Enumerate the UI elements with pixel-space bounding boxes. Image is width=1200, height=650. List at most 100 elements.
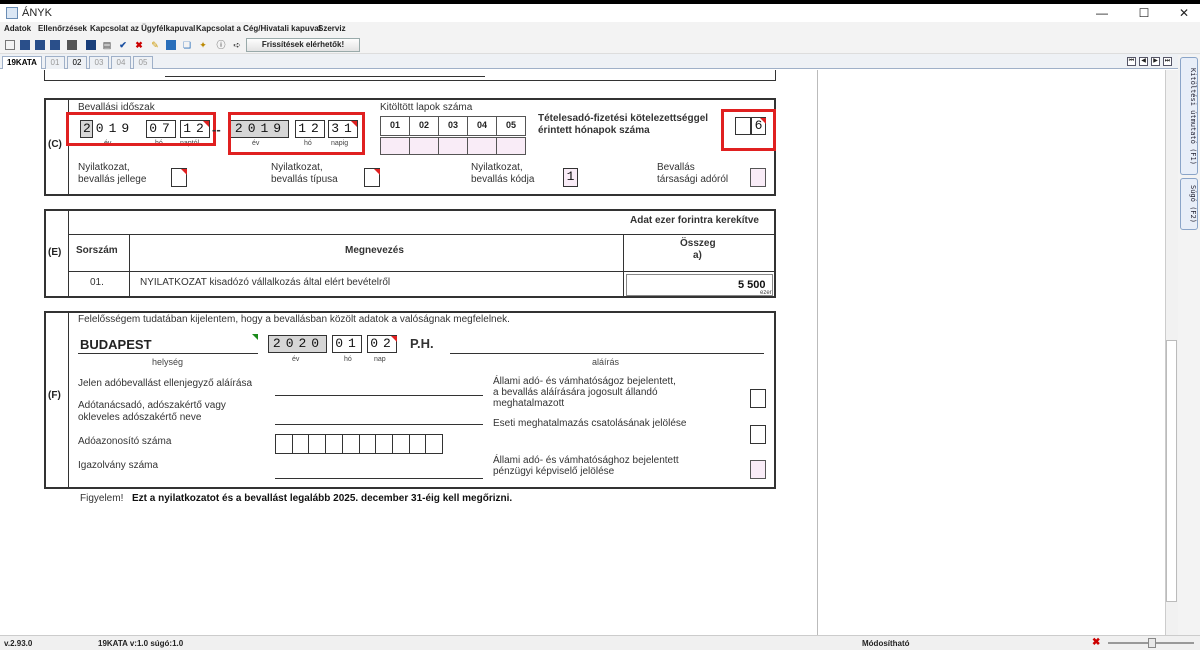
permanent-proxy-checkbox[interactable] (750, 389, 766, 408)
updates-button[interactable]: Frissítések elérhetők! (246, 38, 360, 52)
advisor-label-1: Adótanácsadó, adószakértő vagy (78, 400, 226, 411)
rounding-note: Adat ezer forintra kerekítve (630, 215, 759, 226)
tab-03[interactable]: 03 (89, 56, 109, 69)
highlight-from-date (66, 112, 216, 146)
e-header-line (68, 234, 775, 235)
first-page-icon[interactable]: ⏮ (1127, 57, 1136, 66)
menu-adatok[interactable]: Adatok (4, 24, 31, 33)
page-header-03: 03 (438, 116, 468, 136)
mail-icon[interactable] (166, 40, 176, 50)
page-count-03[interactable] (438, 137, 468, 155)
version-text: v.2.93.0 (4, 639, 33, 648)
page-count-05[interactable] (496, 137, 526, 155)
city-marker (252, 334, 258, 340)
tab-05[interactable]: 05 (133, 56, 153, 69)
tax-id-label: Adóazonosító száma (78, 436, 172, 447)
section-f-label: (F) (48, 390, 61, 401)
tax-id-field[interactable] (275, 434, 444, 454)
countersign-label: Jelen adóbevallást ellenjegyző aláírása (78, 378, 253, 389)
form-area: (C) Bevallási időszak 2019 07 12 év hó n… (0, 70, 1165, 635)
edit-icon[interactable]: ✎ (150, 40, 160, 50)
financial-rep-checkbox[interactable] (750, 460, 766, 479)
page-header-05: 05 (496, 116, 526, 136)
tab-04[interactable]: 04 (111, 56, 131, 69)
status-bar: v.2.93.0 19KATA v:1.0 súgó:1.0 Módosítha… (0, 635, 1200, 650)
decl-type-marker (181, 169, 187, 175)
adhoc-proxy-checkbox[interactable] (750, 425, 766, 444)
prev-border-bottom (44, 80, 776, 81)
info-book-icon[interactable] (86, 40, 96, 50)
months-label-2: érintett hónapok száma (538, 125, 650, 136)
open-icon[interactable] (20, 40, 30, 50)
app-icon (6, 7, 18, 19)
col-osszeg-a: a) (693, 250, 702, 261)
sign-day-caption: nap (374, 356, 386, 363)
section-f-divider (68, 311, 69, 489)
maximize-button[interactable]: ☐ (1132, 5, 1156, 21)
menu-ellenorzesek[interactable]: Ellenőrzések (38, 24, 87, 33)
corp-field[interactable] (750, 168, 766, 187)
close-button[interactable]: ✕ (1172, 5, 1196, 21)
corp-label-1: Bevallás (657, 162, 695, 173)
col-sorszam: Sorszám (76, 245, 118, 256)
page-count-02[interactable] (409, 137, 439, 155)
save-as-icon[interactable] (50, 40, 60, 50)
about-icon[interactable]: ⓘ (216, 40, 226, 50)
decl-type-label-2: bevallás jellege (78, 174, 147, 185)
months-label-1: Tételesadó-fizetési kötelezettséggel (538, 113, 709, 124)
license-line[interactable] (275, 478, 483, 479)
page-count-04[interactable] (467, 137, 497, 155)
col-osszeg: Összeg (680, 238, 716, 249)
sign-month[interactable]: 01 (332, 335, 362, 353)
statement-text: Felelősségem tudatában kijelentem, hogy … (78, 314, 510, 325)
help-tab[interactable]: Súgó (F2) (1180, 178, 1198, 230)
validate-icon[interactable]: ✔ (118, 40, 128, 50)
warning-label: Figyelem! (80, 493, 124, 504)
last-page-icon[interactable]: ⏭ (1163, 57, 1172, 66)
new-icon[interactable] (5, 40, 15, 50)
advisor-line[interactable] (275, 424, 483, 425)
decl-kind-marker (374, 169, 380, 175)
pages-label: Kitöltött lapok száma (380, 102, 473, 113)
tab-01[interactable]: 01 (45, 56, 65, 69)
tab-02[interactable]: 02 (67, 56, 87, 69)
side-tabs: Kitöltési útmutató (F1) Súgó (F2) (1178, 55, 1200, 635)
prev-page-icon[interactable]: ◀ (1139, 57, 1148, 66)
delete-icon[interactable]: ✖ (134, 40, 144, 50)
e-col-line-1 (129, 234, 130, 297)
row-number: 01. (90, 277, 104, 288)
save-icon[interactable] (35, 40, 45, 50)
col-megnevezes: Megnevezés (345, 245, 404, 256)
menu-ugyfelkapu[interactable]: Kapcsolat az Ügyfélkapuval (90, 24, 195, 33)
attach-icon[interactable]: ❏ (182, 40, 192, 50)
lock-icon[interactable]: ✦ (198, 40, 208, 50)
sign-month-caption: hó (344, 356, 352, 363)
page-count-01[interactable] (380, 137, 410, 155)
help-guide-tab[interactable]: Kitöltési útmutató (F1) (1180, 57, 1198, 175)
page-header-01: 01 (380, 116, 410, 136)
countersign-line[interactable] (275, 395, 483, 396)
city-field[interactable]: BUDAPEST (78, 334, 258, 354)
print-icon[interactable]: ▤ (102, 40, 112, 50)
zoom-slider-handle[interactable] (1148, 638, 1156, 648)
minimize-button[interactable]: — (1090, 5, 1114, 21)
exit-icon[interactable]: ➪ (232, 40, 242, 50)
signature-line[interactable] (450, 353, 764, 354)
decl-code-field[interactable]: 1 (563, 168, 578, 187)
menu-szerviz[interactable]: Szerviz (318, 24, 346, 33)
tab-19kata[interactable]: 19KATA (2, 56, 42, 69)
page-header-04: 04 (467, 116, 497, 136)
window-title: ÁNYK (22, 7, 52, 19)
tab-row: 19KATA 01 02 03 04 05 ⏮ ◀ ▶ ⏭ (0, 54, 1200, 69)
prev-line (165, 76, 485, 77)
menu-bar: Adatok Ellenőrzések Kapcsolat az Ügyfélk… (0, 22, 1200, 37)
scrollbar-thumb[interactable] (1166, 340, 1177, 602)
check-icon[interactable] (67, 40, 77, 50)
error-icon[interactable]: ✖ (1092, 637, 1100, 648)
next-page-icon[interactable]: ▶ (1151, 57, 1160, 66)
sign-year[interactable]: 2020 (268, 335, 327, 353)
decl-code-label-2: bevallás kódja (471, 174, 535, 185)
city-caption: helység (152, 357, 184, 367)
menu-cegkapu[interactable]: Kapcsolat a Cég/Hivatali kapuval (196, 24, 321, 33)
decl-kind-label-1: Nyilatkozat, (271, 162, 323, 173)
